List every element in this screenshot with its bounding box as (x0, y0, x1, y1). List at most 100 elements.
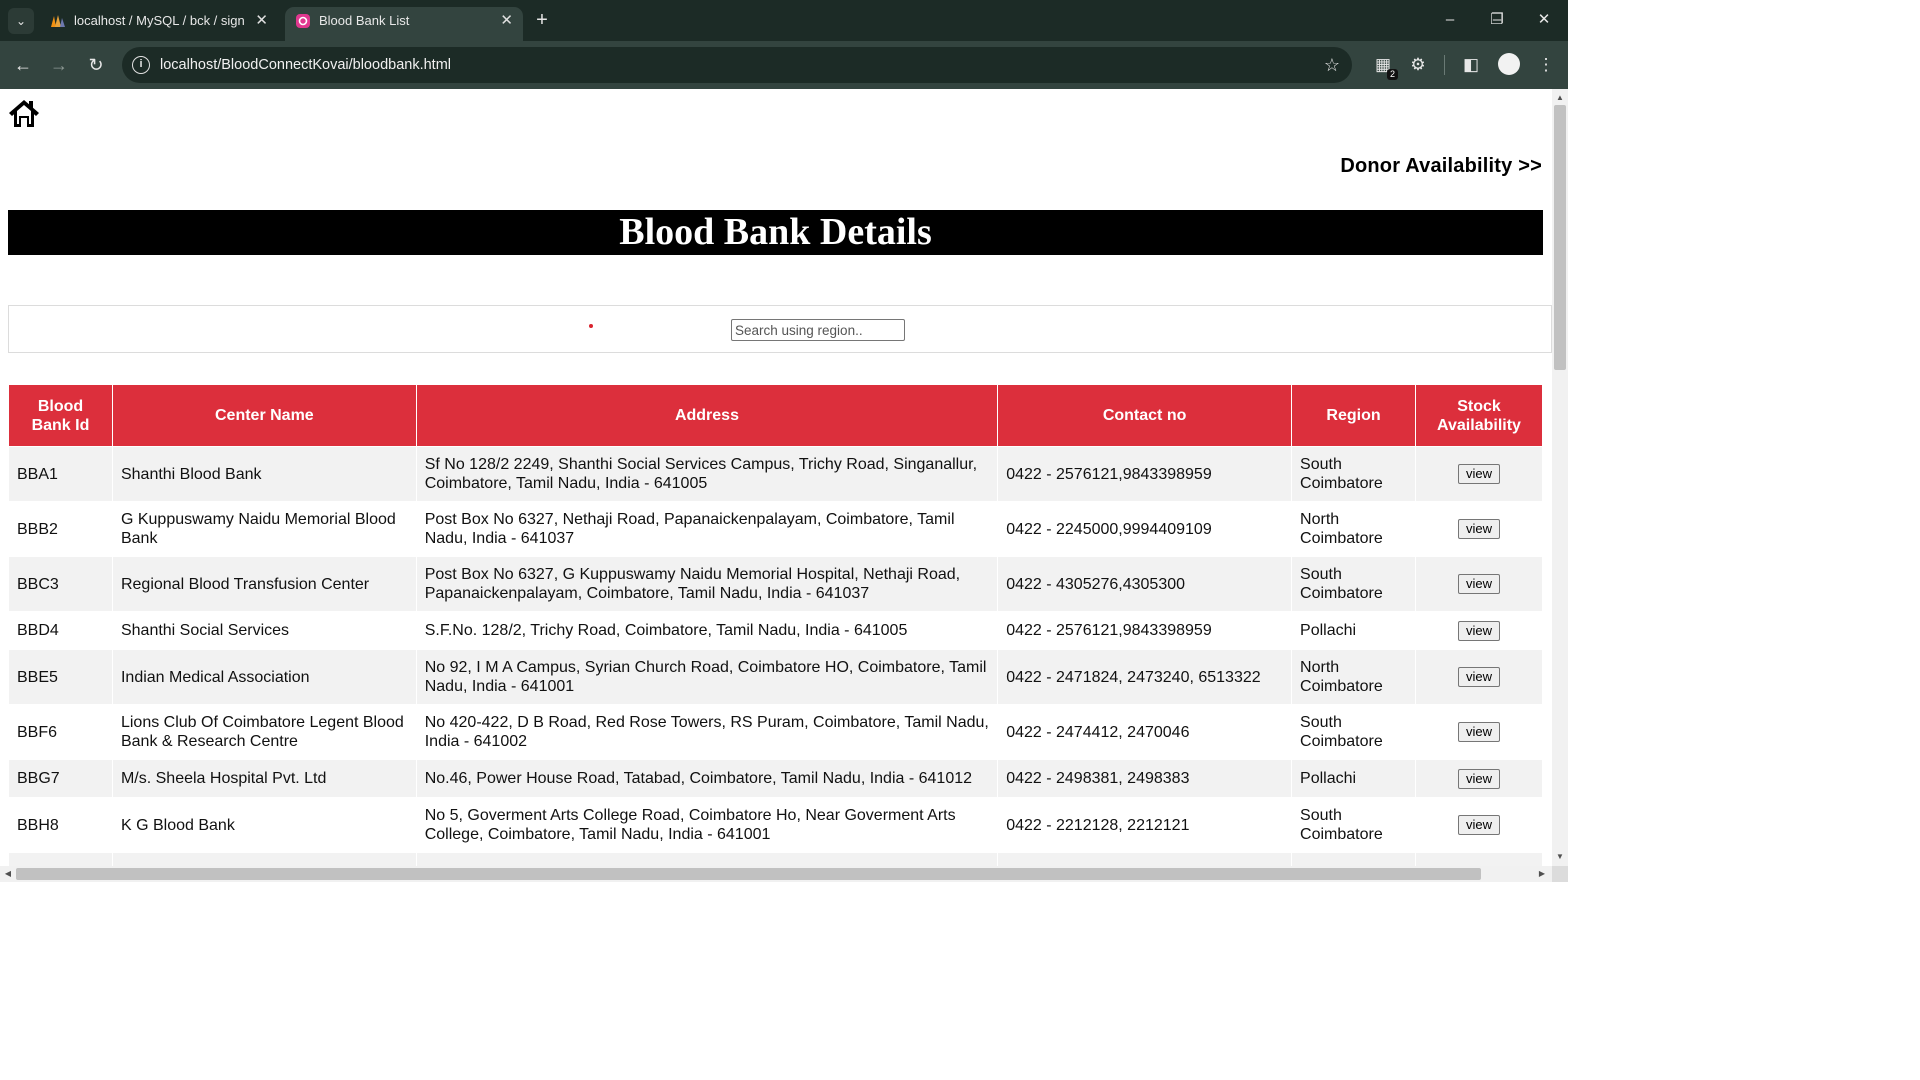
cell-empty (1415, 852, 1543, 866)
cell-id: BBA1 (8, 446, 113, 502)
site-info-icon[interactable]: i (132, 56, 150, 74)
cell-region: Pollachi (1291, 759, 1416, 798)
cell-region: South Coimbatore (1291, 704, 1416, 760)
cell-region: North Coimbatore (1291, 649, 1416, 705)
cell-center-name: Shanthi Social Services (111, 611, 417, 650)
cell-contact: 0422 - 2474412, 2470046 (997, 704, 1293, 760)
region-search-input[interactable] (731, 319, 905, 341)
new-tab-plus-icon[interactable]: + (530, 7, 554, 33)
forward-arrow-icon[interactable]: → (46, 52, 72, 78)
back-arrow-icon[interactable]: ← (10, 52, 36, 78)
scroll-up-arrow-icon[interactable]: ▲ (1552, 91, 1568, 105)
tab-phpmyadmin[interactable]: localhost / MySQL / bck / signup ✕ (40, 7, 278, 41)
header-region: Region (1291, 384, 1416, 447)
cell-id: BBB2 (8, 501, 113, 557)
cell-empty (997, 852, 1293, 866)
cell-address: No 5, Goverment Arts College Road, Coimb… (415, 797, 999, 853)
cell-center-name: Indian Medical Association (111, 649, 417, 705)
reload-icon[interactable]: ↻ (83, 52, 109, 78)
blood-bank-table: Blood Bank Id Center Name Address Contac… (8, 384, 1543, 866)
tab-search-button[interactable]: ⌄ (8, 8, 34, 34)
close-tab-icon[interactable]: ✕ (500, 7, 513, 35)
home-icon[interactable] (8, 97, 40, 129)
cell-address: Sf No 128/2 2249, Shanthi Social Service… (415, 446, 999, 502)
view-stock-button[interactable]: view (1457, 620, 1500, 641)
cell-contact: 0422 - 4305276,4305300 (997, 556, 1293, 612)
view-stock-button[interactable]: view (1457, 667, 1500, 687)
close-tab-icon[interactable]: ✕ (255, 7, 268, 35)
decorative-dot (589, 324, 593, 328)
donor-availability-link[interactable]: Donor Availability >> (1340, 155, 1542, 178)
cell-stock: view (1415, 797, 1543, 853)
cell-id: BBE5 (8, 649, 113, 705)
scroll-down-arrow-icon[interactable]: ▼ (1552, 850, 1568, 864)
restore-icon[interactable]: ❐ (1477, 6, 1517, 34)
cell-address: S.F.No. 128/2, Trichy Road, Coimbatore, … (415, 611, 999, 650)
view-stock-button[interactable]: view (1457, 519, 1500, 539)
vertical-scroll-thumb[interactable] (1554, 105, 1566, 370)
header-center-name: Center Name (111, 384, 417, 447)
cell-contact: 0422 - 2576121,9843398959 (997, 611, 1293, 650)
view-stock-button[interactable]: view (1457, 722, 1500, 742)
minimize-icon[interactable]: – (1430, 6, 1470, 34)
tab-strip: ⌄ localhost / MySQL / bck / signup ✕ Blo… (0, 0, 1568, 41)
scrollbar-corner (1552, 866, 1568, 882)
view-stock-button[interactable]: view (1457, 464, 1500, 484)
cell-stock: view (1415, 446, 1543, 502)
menu-kebab-icon[interactable]: ⋮ (1533, 52, 1559, 78)
extension-downloads-icon[interactable]: ▦ 2 (1370, 52, 1398, 80)
table-row-partial (8, 852, 1543, 866)
tab-title: localhost / MySQL / bck / signup (74, 13, 244, 28)
cell-stock: view (1415, 501, 1543, 557)
cell-contact: 0422 - 2576121,9843398959 (997, 446, 1293, 502)
address-bar[interactable]: i localhost/BloodConnectKovai/bloodbank.… (122, 47, 1352, 83)
cell-stock: view (1415, 759, 1543, 798)
cell-id: BBG7 (8, 759, 113, 798)
phpmyadmin-icon (51, 15, 65, 27)
cell-address: Post Box No 6327, Nethaji Road, Papanaic… (415, 501, 999, 557)
profile-avatar-icon[interactable] (1498, 53, 1520, 75)
cell-empty (415, 852, 999, 866)
horizontal-scroll-thumb[interactable] (16, 868, 1481, 880)
cell-stock: view (1415, 611, 1543, 650)
scroll-right-arrow-icon[interactable]: ▶ (1535, 866, 1549, 882)
side-panel-icon[interactable]: ◧ (1458, 52, 1484, 78)
horizontal-scrollbar[interactable]: ◀ ▶ (0, 866, 1552, 882)
cell-address: No 420-422, D B Road, Red Rose Towers, R… (415, 704, 999, 760)
cell-region: South Coimbatore (1291, 797, 1416, 853)
toolbar-divider (1444, 55, 1445, 75)
header-contact-no: Contact no (997, 384, 1293, 447)
tab-blood-bank-list[interactable]: Blood Bank List ✕ (285, 7, 523, 41)
cell-address: No 92, I M A Campus, Syrian Church Road,… (415, 649, 999, 705)
cell-empty (111, 852, 417, 866)
table-header-row: Blood Bank Id Center Name Address Contac… (8, 384, 1543, 447)
view-stock-button[interactable]: view (1457, 574, 1500, 594)
cell-stock: view (1415, 704, 1543, 760)
close-window-icon[interactable]: ✕ (1524, 6, 1564, 34)
table-row: BBE5 Indian Medical Association No 92, I… (8, 649, 1543, 705)
url-text[interactable]: localhost/BloodConnectKovai/bloodbank.ht… (160, 47, 451, 83)
bookmark-star-icon[interactable]: ☆ (1324, 47, 1340, 83)
cell-address: No.46, Power House Road, Tatabad, Coimba… (415, 759, 999, 798)
cell-contact: 0422 - 2212128, 2212121 (997, 797, 1293, 853)
cell-region: South Coimbatore (1291, 556, 1416, 612)
cell-id: BBD4 (8, 611, 113, 650)
tab-title: Blood Bank List (319, 13, 410, 28)
cell-empty (8, 852, 113, 866)
table-row: BBB2 G Kuppuswamy Naidu Memorial Blood B… (8, 501, 1543, 557)
cell-stock: view (1415, 649, 1543, 705)
scroll-left-arrow-icon[interactable]: ◀ (1, 866, 15, 882)
vertical-scrollbar[interactable]: ▲ ▼ (1552, 89, 1568, 866)
cell-id: BBH8 (8, 797, 113, 853)
cell-center-name: Lions Club Of Coimbatore Legent Blood Ba… (111, 704, 417, 760)
cell-address: Post Box No 6327, G Kuppuswamy Naidu Mem… (415, 556, 999, 612)
view-stock-button[interactable]: view (1457, 815, 1500, 835)
view-stock-button[interactable]: view (1457, 768, 1500, 789)
cell-id: BBC3 (8, 556, 113, 612)
page-favicon-icon (296, 14, 310, 28)
search-panel (8, 305, 1552, 353)
page-title-banner: Blood Bank Details (8, 210, 1543, 255)
page-viewport: Donor Availability >> Blood Bank Details… (0, 89, 1552, 866)
page-title: Blood Bank Details (619, 211, 932, 253)
extensions-puzzle-icon[interactable]: ⚙ (1405, 52, 1431, 78)
